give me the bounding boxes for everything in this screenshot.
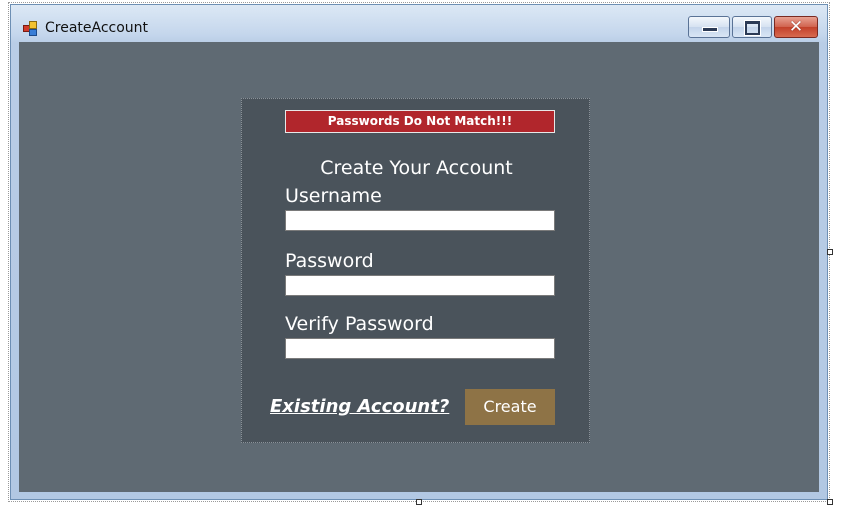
form-client-area: Passwords Do Not Match!!! Create Your Ac… — [19, 42, 819, 492]
username-label: Username — [285, 185, 382, 207]
create-button[interactable]: Create — [465, 389, 555, 425]
verify-password-input[interactable] — [285, 338, 555, 359]
maximize-button[interactable] — [732, 16, 772, 38]
winforms-form-icon — [23, 21, 39, 37]
password-input[interactable] — [285, 275, 555, 296]
minimize-icon — [702, 27, 718, 32]
existing-account-link[interactable]: Existing Account? — [270, 395, 449, 419]
resize-handle-corner[interactable] — [827, 499, 833, 505]
close-button[interactable]: ✕ — [774, 16, 818, 38]
maximize-icon — [744, 20, 761, 36]
title-bar[interactable]: CreateAccount ✕ — [11, 5, 827, 43]
create-account-panel: Passwords Do Not Match!!! Create Your Ac… — [241, 98, 590, 443]
error-message-banner: Passwords Do Not Match!!! — [285, 110, 555, 133]
resize-handle-bottom[interactable] — [416, 499, 422, 505]
username-input[interactable] — [285, 210, 555, 231]
minimize-button[interactable] — [688, 16, 730, 38]
password-label: Password — [285, 250, 374, 272]
form-designer-surface: CreateAccount ✕ Passwords Do Not Match!!… — [0, 0, 850, 514]
create-account-window: CreateAccount ✕ Passwords Do Not Match!!… — [10, 4, 828, 500]
resize-handle-right[interactable] — [827, 249, 833, 255]
form-heading: Create Your Account — [320, 157, 513, 179]
verify-password-label: Verify Password — [285, 313, 434, 335]
window-title: CreateAccount — [45, 20, 149, 36]
close-icon: ✕ — [788, 17, 804, 37]
